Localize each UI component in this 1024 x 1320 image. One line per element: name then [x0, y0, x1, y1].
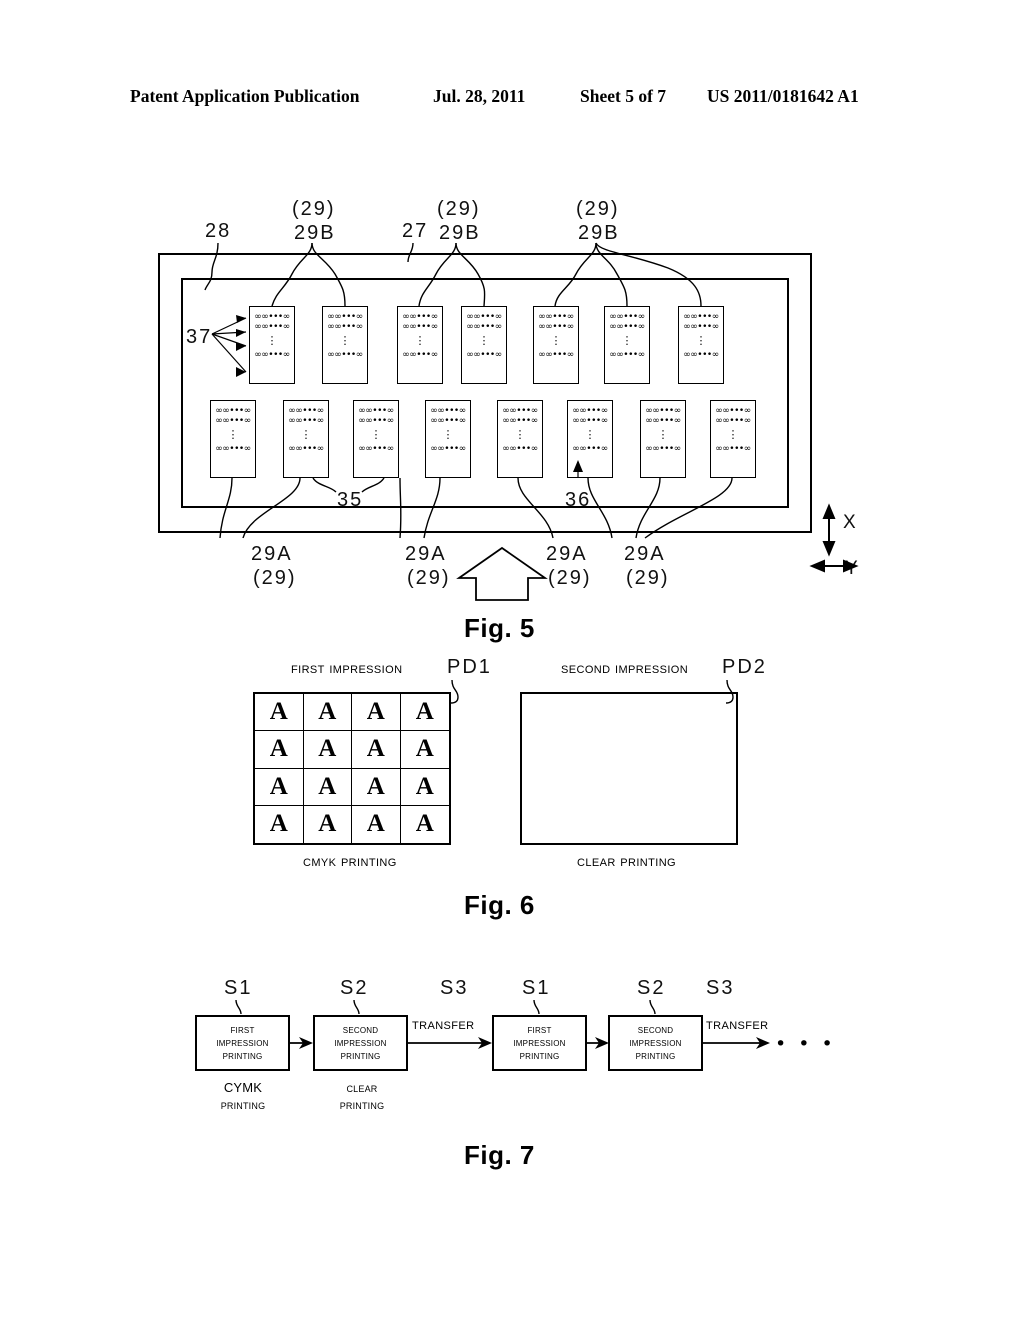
box-line: Second — [637, 1023, 674, 1036]
box-line: Impression — [334, 1036, 387, 1049]
box-line: Printing — [340, 1049, 381, 1062]
fig7-under-caption-clear-line1: Clear — [346, 1080, 378, 1095]
fig7-step-id-s1-a: S1 — [224, 977, 253, 999]
box-line: Impression — [513, 1036, 566, 1049]
fig7-under-caption-cymk-line2: Printing — [220, 1097, 266, 1112]
box-line: Printing — [519, 1049, 560, 1062]
box-line: Impression — [216, 1036, 269, 1049]
fig7-transfer-label-a: Transfer — [412, 1016, 475, 1033]
fig7-continuation-dots: • • • — [775, 1033, 836, 1055]
fig7-step-id-s2-b: S2 — [637, 977, 666, 999]
box-line: Impression — [629, 1036, 682, 1049]
figure-7: S1 S2 S3 S1 S2 S3 First Impression Print… — [0, 0, 1024, 1320]
figure-7-caption: Fig. 7 — [464, 1140, 535, 1170]
box-line: First — [230, 1023, 255, 1036]
fig7-step-id-s1-b: S1 — [522, 977, 551, 999]
process-box-first-impression-printing-b[interactable]: First Impression Printing — [492, 1015, 587, 1071]
fig7-step-id-s3-b: S3 — [706, 977, 735, 999]
box-line: First — [527, 1023, 552, 1036]
figure-7-connectors — [235, 999, 770, 1049]
process-box-second-impression-printing-b[interactable]: Second Impression Printing — [608, 1015, 703, 1071]
box-line: Printing — [635, 1049, 676, 1062]
fig7-step-id-s2-a: S2 — [340, 977, 369, 999]
fig7-transfer-label-b: Transfer — [706, 1016, 769, 1033]
process-box-first-impression-printing-a[interactable]: First Impression Printing — [195, 1015, 290, 1071]
box-line: Second — [342, 1023, 379, 1036]
fig7-under-caption-clear-line2: Printing — [339, 1097, 385, 1112]
fig7-step-id-s3-a: S3 — [440, 977, 469, 999]
fig7-under-caption-cymk-line1: CYMK — [223, 1080, 263, 1095]
process-box-second-impression-printing-a[interactable]: Second Impression Printing — [313, 1015, 408, 1071]
box-line: Printing — [222, 1049, 263, 1062]
